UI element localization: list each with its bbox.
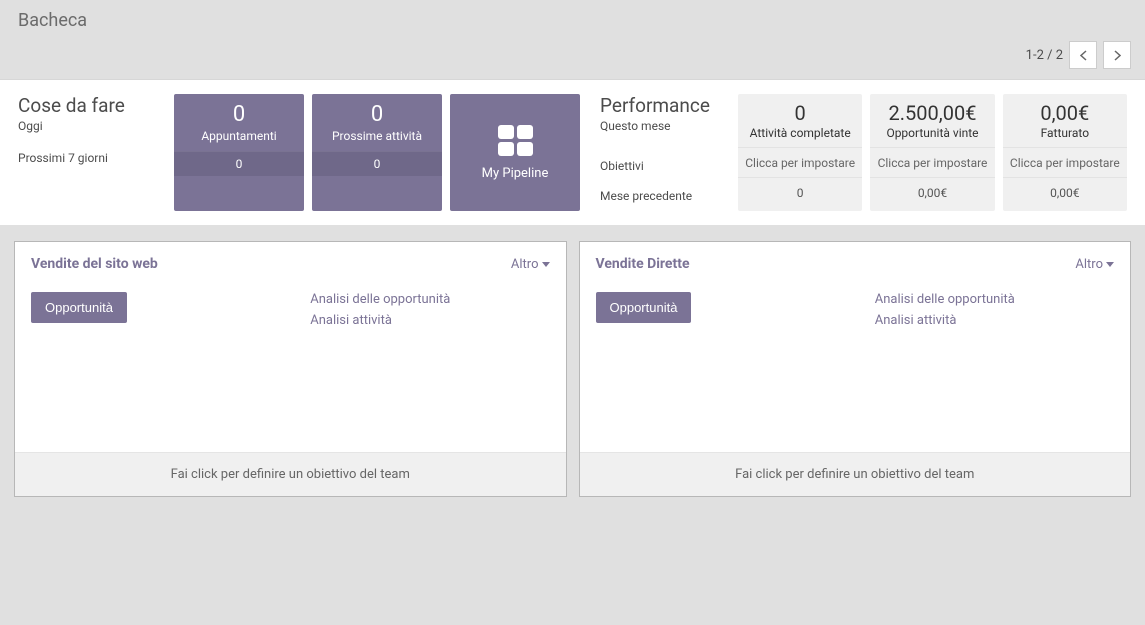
tile-next-activities[interactable]: 0 Prossime attività 0 — [312, 94, 442, 211]
card-set-goal[interactable]: Clicca per impostare — [870, 148, 994, 178]
panel-header: Vendite del sito web Altro — [15, 242, 566, 282]
card-top[interactable]: 0,00€ Fatturato — [1003, 94, 1127, 148]
card-invoiced: 0,00€ Fatturato Clicca per impostare 0,0… — [1003, 94, 1127, 211]
content: Cose da fare Oggi Prossimi 7 giorni 0 Ap… — [0, 79, 1145, 225]
tile-label: Appuntamenti — [180, 129, 298, 143]
page-title: Bacheca — [18, 10, 1127, 31]
card-label: Opportunità vinte — [876, 126, 988, 140]
panel-more-menu[interactable]: Altro — [1075, 257, 1114, 272]
pager: 1-2 / 2 — [0, 37, 1145, 79]
card-set-goal[interactable]: Clicca per impostare — [1003, 148, 1127, 178]
goals-label: Obiettivi — [600, 151, 730, 181]
tile-appointments[interactable]: 0 Appuntamenti 0 — [174, 94, 304, 211]
link-activity-analysis[interactable]: Analisi attività — [310, 313, 549, 328]
tile-value: 0 — [180, 102, 298, 127]
panel-header: Vendite Dirette Altro — [580, 242, 1131, 282]
performance-section: Performance Questo mese Obiettivi Mese p… — [600, 94, 1127, 211]
panel-website-sales: Vendite del sito web Altro Opportunità A… — [14, 241, 567, 497]
tile-label: My Pipeline — [482, 166, 549, 181]
chevron-right-icon — [1114, 50, 1121, 61]
card-value: 0,00€ — [1009, 101, 1121, 125]
card-prev-value: 0,00€ — [870, 178, 994, 208]
team-panels: Vendite del sito web Altro Opportunità A… — [0, 225, 1145, 513]
prev-month-label: Mese precedente — [600, 181, 730, 211]
todo-next7-label: Prossimi 7 giorni — [18, 151, 158, 165]
performance-cards: 0 Attività completate Clicca per imposta… — [738, 94, 1127, 211]
tile-next7: 0 — [312, 151, 442, 176]
pager-next-button[interactable] — [1103, 41, 1131, 69]
todo-section: Cose da fare Oggi Prossimi 7 giorni — [18, 94, 158, 211]
panel-more-label: Altro — [511, 257, 539, 272]
panel-right: Analisi delle opportunità Analisi attivi… — [310, 292, 549, 442]
chevron-left-icon — [1080, 50, 1087, 61]
card-set-goal[interactable]: Clicca per impostare — [738, 148, 862, 178]
pager-prev-button[interactable] — [1069, 41, 1097, 69]
todo-tiles: 0 Appuntamenti 0 0 Prossime attività 0 M… — [174, 94, 580, 211]
card-value: 2.500,00€ — [876, 101, 988, 125]
panel-set-goal[interactable]: Fai click per definire un obiettivo del … — [580, 452, 1131, 496]
card-value: 0 — [744, 101, 856, 125]
tile-my-pipeline[interactable]: My Pipeline — [450, 94, 580, 211]
card-label: Attività completate — [744, 126, 856, 140]
card-completed-activities: 0 Attività completate Clicca per imposta… — [738, 94, 862, 211]
grid-icon — [498, 125, 533, 156]
panel-set-goal[interactable]: Fai click per definire un obiettivo del … — [15, 452, 566, 496]
caret-down-icon — [542, 262, 550, 267]
panel-more-menu[interactable]: Altro — [511, 257, 550, 272]
link-opportunity-analysis[interactable]: Analisi delle opportunità — [875, 292, 1114, 307]
panel-direct-sales: Vendite Dirette Altro Opportunità Analis… — [579, 241, 1132, 497]
panel-body: Opportunità Analisi delle opportunità An… — [580, 282, 1131, 452]
panel-right: Analisi delle opportunità Analisi attivi… — [875, 292, 1114, 442]
link-opportunity-analysis[interactable]: Analisi delle opportunità — [310, 292, 549, 307]
panel-title: Vendite del sito web — [31, 256, 158, 272]
panel-left: Opportunità — [596, 292, 855, 442]
panel-left: Opportunità — [31, 292, 290, 442]
opportunities-button[interactable]: Opportunità — [31, 292, 127, 323]
top-row: Cose da fare Oggi Prossimi 7 giorni 0 Ap… — [18, 94, 1127, 211]
pager-counter: 1-2 / 2 — [1026, 48, 1063, 63]
opportunities-button[interactable]: Opportunità — [596, 292, 692, 323]
panel-title: Vendite Dirette — [596, 256, 690, 272]
card-top[interactable]: 0 Attività completate — [738, 94, 862, 148]
tile-top: 0 Prossime attività — [312, 94, 442, 151]
performance-labels: Performance Questo mese Obiettivi Mese p… — [600, 94, 730, 211]
card-prev-value: 0 — [738, 178, 862, 208]
card-opportunities-won: 2.500,00€ Opportunità vinte Clicca per i… — [870, 94, 994, 211]
tile-label: Prossime attività — [318, 129, 436, 143]
page-header: Bacheca — [0, 0, 1145, 37]
caret-down-icon — [1106, 262, 1114, 267]
panel-body: Opportunità Analisi delle opportunità An… — [15, 282, 566, 452]
todo-heading: Cose da fare — [18, 94, 158, 117]
panel-more-label: Altro — [1075, 257, 1103, 272]
todo-today-label: Oggi — [18, 119, 158, 133]
link-activity-analysis[interactable]: Analisi attività — [875, 313, 1114, 328]
tile-value: 0 — [318, 102, 436, 127]
card-label: Fatturato — [1009, 126, 1121, 140]
tile-top: 0 Appuntamenti — [174, 94, 304, 151]
card-top[interactable]: 2.500,00€ Opportunità vinte — [870, 94, 994, 148]
tile-next7: 0 — [174, 151, 304, 176]
card-prev-value: 0,00€ — [1003, 178, 1127, 208]
performance-heading: Performance — [600, 94, 730, 117]
performance-sub: Questo mese — [600, 119, 730, 133]
